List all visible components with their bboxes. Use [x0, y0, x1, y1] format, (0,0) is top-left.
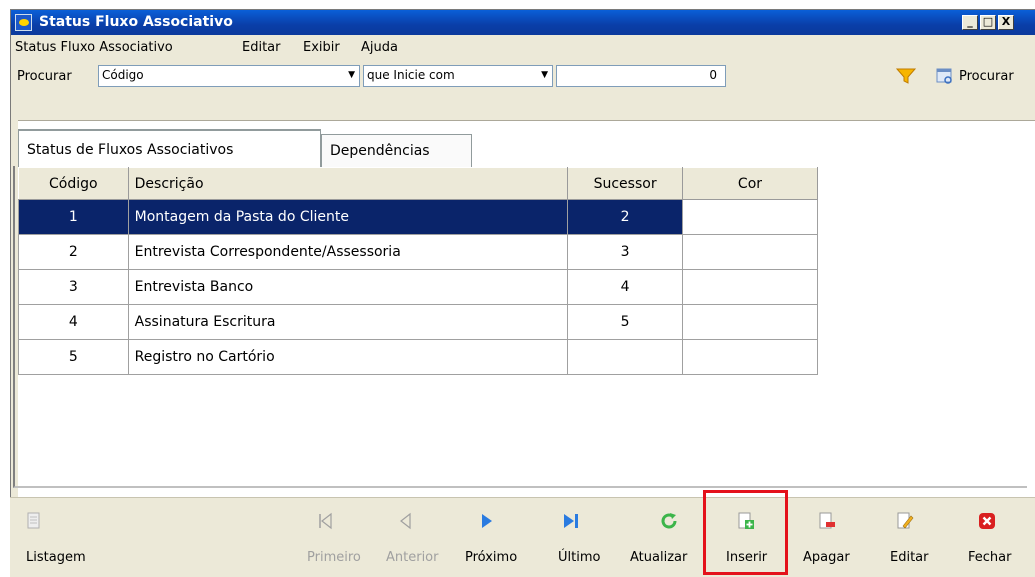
cell-sucessor: 2: [567, 199, 683, 235]
apagar-button[interactable]: Apagar: [795, 498, 860, 577]
cell-codigo: 5: [18, 339, 129, 375]
minimize-button[interactable]: _: [962, 15, 978, 30]
table-row[interactable]: 5 Registro no Cartório: [18, 339, 819, 375]
cell-descricao: Entrevista Correspondente/Assessoria: [127, 234, 569, 270]
next-record-icon: [482, 514, 492, 528]
last-record-icon: [564, 514, 578, 528]
col-header-cor[interactable]: Cor: [681, 167, 819, 200]
cell-codigo: 2: [18, 234, 129, 270]
cell-sucessor: [567, 339, 683, 375]
delete-document-icon: [819, 512, 835, 529]
menu-editar[interactable]: Editar: [242, 40, 281, 55]
title-bar: Status Fluxo Associativo _ □ X: [11, 10, 1035, 35]
search-field-select[interactable]: Código ▼: [98, 65, 360, 87]
editar-button[interactable]: Editar: [875, 498, 935, 577]
search-field-value: Código: [102, 68, 144, 82]
col-header-codigo[interactable]: Código: [18, 167, 129, 200]
filter-icon[interactable]: [895, 66, 917, 86]
bottom-toolbar: Listagem Primeiro Anterior Próximo Últim…: [10, 497, 1035, 577]
menu-exibir[interactable]: Exibir: [303, 40, 340, 55]
refresh-icon: [661, 513, 677, 529]
search-term-input[interactable]: 0: [556, 65, 726, 87]
ultimo-button[interactable]: Último: [540, 498, 600, 577]
fechar-button[interactable]: Fechar: [955, 498, 1025, 577]
cell-cor: [681, 199, 819, 235]
cell-descricao: Entrevista Banco: [127, 269, 569, 305]
table-row[interactable]: 4 Assinatura Escritura 5: [18, 304, 819, 340]
anterior-label: Anterior: [386, 550, 439, 565]
editar-label: Editar: [890, 550, 929, 565]
search-button-label: Procurar: [959, 69, 1014, 84]
cell-codigo: 1: [18, 199, 129, 235]
primeiro-button[interactable]: Primeiro: [292, 498, 362, 577]
search-label: Procurar: [17, 69, 72, 84]
menu-bar: Status Fluxo Associativo Editar Exibir A…: [11, 35, 1035, 59]
col-header-descricao[interactable]: Descrição: [127, 167, 569, 200]
cell-cor: [681, 234, 819, 270]
apagar-label: Apagar: [803, 550, 850, 565]
proximo-label: Próximo: [465, 550, 518, 565]
menu-ajuda[interactable]: Ajuda: [361, 40, 398, 55]
proximo-button[interactable]: Próximo: [450, 498, 525, 577]
app-icon: [15, 14, 32, 31]
first-record-icon: [319, 512, 332, 530]
cell-sucessor: 5: [567, 304, 683, 340]
status-table: Código Descrição Sucessor Cor 1 Montagem…: [18, 167, 819, 375]
chevron-down-icon: ▼: [541, 70, 548, 80]
table-header-row: Código Descrição Sucessor Cor: [18, 167, 819, 200]
chevron-down-icon: ▼: [348, 70, 355, 80]
document-icon: [27, 512, 40, 529]
tab-dependencias[interactable]: Dependências: [321, 134, 472, 167]
search-operator-value: que Inicie com: [367, 68, 455, 82]
primeiro-label: Primeiro: [307, 550, 361, 565]
maximize-button[interactable]: □: [980, 15, 996, 30]
ultimo-label: Último: [558, 550, 601, 565]
cell-codigo: 3: [18, 269, 129, 305]
fechar-label: Fechar: [968, 550, 1012, 565]
cell-cor: [681, 269, 819, 305]
cell-descricao: Montagem da Pasta do Cliente: [127, 199, 569, 235]
col-header-sucessor[interactable]: Sucessor: [567, 167, 683, 200]
listagem-button[interactable]: Listagem: [20, 498, 90, 577]
cell-codigo: 4: [18, 304, 129, 340]
search-button[interactable]: Procurar: [935, 66, 1035, 88]
cell-descricao: Assinatura Escritura: [127, 304, 569, 340]
search-term-value: 0: [709, 68, 717, 82]
atualizar-button[interactable]: Atualizar: [620, 498, 700, 577]
table-row[interactable]: 3 Entrevista Banco 4: [18, 269, 819, 305]
table-row[interactable]: 1 Montagem da Pasta do Cliente 2: [18, 199, 819, 235]
edit-icon: [897, 512, 914, 529]
atualizar-label: Atualizar: [630, 550, 688, 565]
anterior-button[interactable]: Anterior: [370, 498, 440, 577]
close-window-button[interactable]: X: [998, 15, 1014, 30]
previous-record-icon: [400, 512, 411, 530]
close-icon: [979, 513, 995, 529]
cell-sucessor: 4: [567, 269, 683, 305]
cell-descricao: Registro no Cartório: [127, 339, 569, 375]
search-bar: Procurar Código ▼ que Inicie com ▼ 0 Pro…: [11, 60, 1035, 92]
tab-status-fluxos[interactable]: Status de Fluxos Associativos: [18, 129, 321, 167]
window-title: Status Fluxo Associativo: [39, 14, 233, 30]
search-operator-select[interactable]: que Inicie com ▼: [363, 65, 553, 87]
cell-cor: [681, 339, 819, 375]
cell-cor: [681, 304, 819, 340]
table-row[interactable]: 2 Entrevista Correspondente/Assessoria 3: [18, 234, 819, 270]
menu-status-fluxo[interactable]: Status Fluxo Associativo: [15, 40, 173, 55]
highlight-box: [703, 490, 788, 575]
cell-sucessor: 3: [567, 234, 683, 270]
listagem-label: Listagem: [26, 550, 86, 565]
